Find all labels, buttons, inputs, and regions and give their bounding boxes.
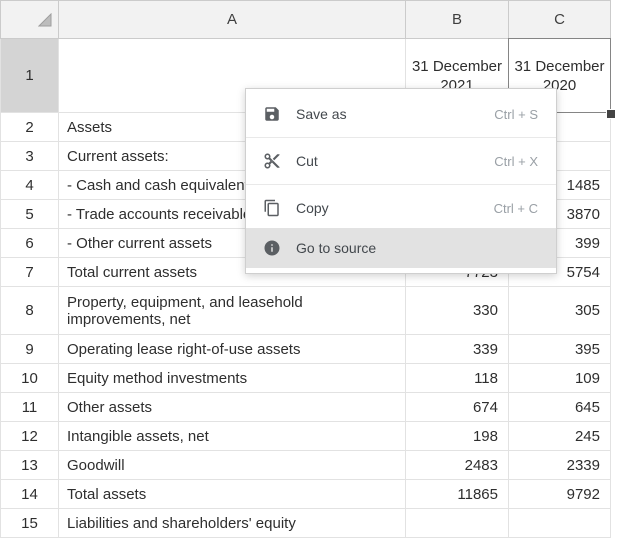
- cell-b15[interactable]: [405, 508, 509, 538]
- menu-separator: [246, 184, 556, 185]
- cell-c15[interactable]: [508, 508, 611, 538]
- cell-a9[interactable]: Operating lease right-of-use assets: [58, 334, 406, 364]
- row-number-10[interactable]: 10: [0, 363, 59, 393]
- table-row: 11 Other assets 674 645: [0, 392, 611, 422]
- menu-item-save-as[interactable]: Save as Ctrl + S: [246, 94, 556, 134]
- column-header-b[interactable]: B: [405, 0, 509, 39]
- cell-b8[interactable]: 330: [405, 286, 509, 335]
- cell-a8[interactable]: Property, equipment, and leasehold impro…: [58, 286, 406, 335]
- row-number-13[interactable]: 13: [0, 450, 59, 480]
- cell-c10[interactable]: 109: [508, 363, 611, 393]
- save-icon: [262, 104, 282, 124]
- menu-item-shortcut: Ctrl + X: [494, 153, 538, 169]
- cell-b12[interactable]: 198: [405, 421, 509, 451]
- menu-item-label: Go to source: [296, 240, 377, 256]
- cell-c13[interactable]: 2339: [508, 450, 611, 480]
- cell-c14[interactable]: 9792: [508, 479, 611, 509]
- row-number-9[interactable]: 9: [0, 334, 59, 364]
- row-number-5[interactable]: 5: [0, 199, 59, 229]
- menu-item-shortcut: Ctrl + S: [494, 106, 538, 122]
- fill-handle[interactable]: [606, 109, 616, 119]
- cell-c8[interactable]: 305: [508, 286, 611, 335]
- table-row: 8 Property, equipment, and leasehold imp…: [0, 286, 611, 335]
- row-number-1[interactable]: 1: [0, 38, 59, 113]
- copy-icon: [262, 198, 282, 218]
- menu-separator: [246, 137, 556, 138]
- row-number-4[interactable]: 4: [0, 170, 59, 200]
- row-number-3[interactable]: 3: [0, 141, 59, 171]
- table-row: 13 Goodwill 2483 2339: [0, 450, 611, 480]
- menu-item-copy[interactable]: Copy Ctrl + C: [246, 188, 556, 228]
- row-number-2[interactable]: 2: [0, 112, 59, 142]
- table-row: 12 Intangible assets, net 198 245: [0, 421, 611, 451]
- cell-b13[interactable]: 2483: [405, 450, 509, 480]
- menu-item-go-to-source[interactable]: Go to source: [246, 228, 556, 268]
- scissors-icon: [262, 151, 282, 171]
- column-header-c[interactable]: C: [508, 0, 611, 39]
- menu-item-label: Save as: [296, 106, 347, 122]
- row-number-15[interactable]: 15: [0, 508, 59, 538]
- cell-a13[interactable]: Goodwill: [58, 450, 406, 480]
- menu-item-label: Copy: [296, 200, 329, 216]
- cell-b10[interactable]: 118: [405, 363, 509, 393]
- info-icon: [262, 238, 282, 258]
- cell-b9[interactable]: 339: [405, 334, 509, 364]
- cell-a10[interactable]: Equity method investments: [58, 363, 406, 393]
- table-row: 15 Liabilities and shareholders' equity: [0, 508, 611, 538]
- cell-a14[interactable]: Total assets: [58, 479, 406, 509]
- cell-b14[interactable]: 11865: [405, 479, 509, 509]
- cell-b11[interactable]: 674: [405, 392, 509, 422]
- table-row: 10 Equity method investments 118 109: [0, 363, 611, 393]
- select-all-corner[interactable]: [0, 0, 59, 39]
- column-header-row: A B C: [0, 0, 611, 39]
- cell-a15[interactable]: Liabilities and shareholders' equity: [58, 508, 406, 538]
- table-row: 9 Operating lease right-of-use assets 33…: [0, 334, 611, 364]
- column-header-a[interactable]: A: [58, 0, 406, 39]
- row-number-6[interactable]: 6: [0, 228, 59, 258]
- cell-a12[interactable]: Intangible assets, net: [58, 421, 406, 451]
- menu-item-shortcut: Ctrl + C: [493, 200, 538, 216]
- cell-c11[interactable]: 645: [508, 392, 611, 422]
- row-number-14[interactable]: 14: [0, 479, 59, 509]
- cell-c9[interactable]: 395: [508, 334, 611, 364]
- menu-item-label: Cut: [296, 153, 318, 169]
- row-number-7[interactable]: 7: [0, 257, 59, 287]
- row-number-12[interactable]: 12: [0, 421, 59, 451]
- row-number-8[interactable]: 8: [0, 286, 59, 335]
- cell-a11[interactable]: Other assets: [58, 392, 406, 422]
- row-number-11[interactable]: 11: [0, 392, 59, 422]
- cell-c12[interactable]: 245: [508, 421, 611, 451]
- menu-item-cut[interactable]: Cut Ctrl + X: [246, 141, 556, 181]
- context-menu: Save as Ctrl + S Cut Ctrl + X Copy Ctrl …: [245, 88, 557, 274]
- table-row: 14 Total assets 11865 9792: [0, 479, 611, 509]
